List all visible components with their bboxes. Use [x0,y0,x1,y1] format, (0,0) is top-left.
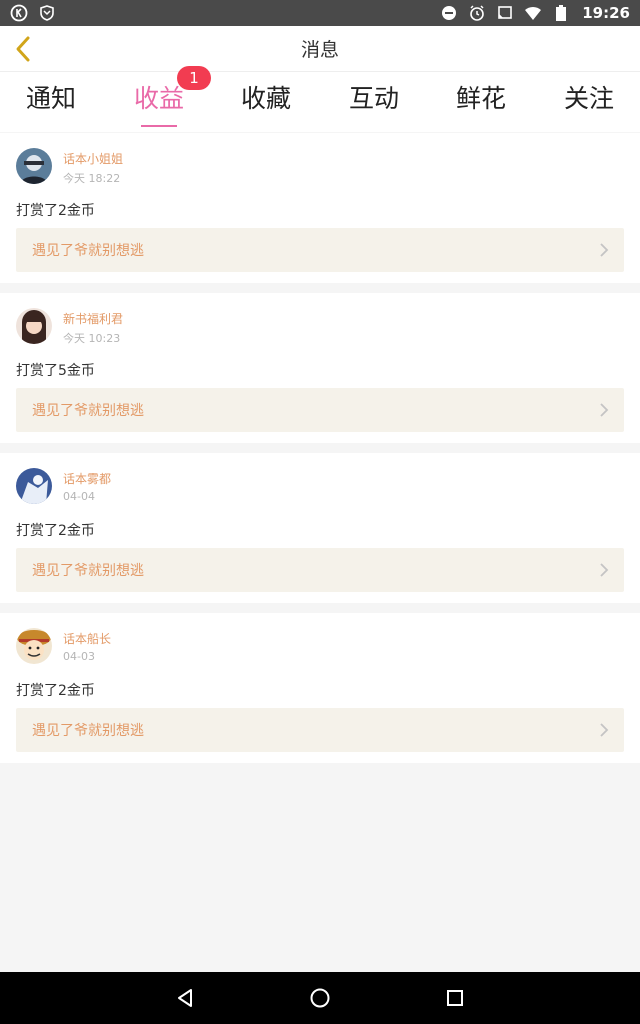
username[interactable]: 话本船长 [63,630,111,647]
chevron-right-icon [600,403,609,417]
alarm-icon [468,4,486,22]
message-time: 今天 10:23 [63,332,121,345]
cast-icon [496,4,514,22]
username[interactable]: 新书福利君 [63,310,123,327]
book-link[interactable]: 遇见了爷就别想逃 [16,548,624,592]
back-button[interactable] [8,34,38,64]
message-card: 话本雾都 04-04 打赏了2金币 遇见了爷就别想逃 [0,453,640,603]
unread-badge: 1 [177,66,211,90]
book-link[interactable]: 遇见了爷就别想逃 [16,388,624,432]
active-tab-indicator [141,125,177,127]
tab-label: 收藏 [240,84,291,113]
tab-interactions[interactable]: 互动 [339,80,409,128]
book-title: 遇见了爷就别想逃 [32,723,144,739]
tab-flowers[interactable]: 鲜花 [446,80,516,128]
message-card: 新书福利君 今天 10:23 打赏了5金币 遇见了爷就别想逃 [0,293,640,443]
message-action: 打赏了2金币 [16,523,95,539]
message-time: 04-03 [63,650,95,663]
chevron-right-icon [600,243,609,257]
nav-home-button[interactable] [300,978,340,1018]
nav-recents-button[interactable] [435,978,475,1018]
square-recents-icon [447,990,463,1006]
tab-label: 鲜花 [455,84,506,113]
chevron-right-icon [600,563,609,577]
wifi-icon [524,4,542,22]
message-time: 今天 18:22 [63,172,121,185]
avatar[interactable] [16,148,52,184]
tab-following[interactable]: 关注 [554,80,624,128]
chevron-right-icon [600,723,609,737]
triangle-back-icon [178,989,192,1007]
circle-home-icon [310,988,330,1008]
username[interactable]: 话本小姐姐 [63,150,123,167]
top-bar: 消息 [0,26,640,72]
tab-label: 关注 [563,84,614,113]
system-nav-bar [0,972,640,1024]
username[interactable]: 话本雾都 [63,470,111,487]
avatar[interactable] [16,468,52,504]
tab-label: 互动 [348,84,399,113]
message-action: 打赏了2金币 [16,203,95,219]
message-time: 04-04 [63,490,95,503]
nav-back-button[interactable] [165,978,205,1018]
status-bar: 19:26 [0,0,640,26]
book-title: 遇见了爷就别想逃 [32,403,144,419]
message-card: 话本船长 04-03 打赏了2金币 遇见了爷就别想逃 [0,613,640,763]
battery-icon [552,4,570,22]
message-card: 话本小姐姐 今天 18:22 打赏了2金币 遇见了爷就别想逃 [0,133,640,283]
do-not-disturb-icon [440,4,458,22]
page-title: 消息 [300,39,339,61]
tab-notifications[interactable]: 通知 [16,80,86,128]
k-icon [10,4,28,22]
message-action: 打赏了5金币 [16,363,95,379]
chevron-left-icon [16,36,30,62]
tab-bar: 通知 收益 收藏 互动 鲜花 关注 1 [0,66,640,132]
avatar[interactable] [16,628,52,664]
clock: 19:26 [582,4,630,22]
tab-label: 通知 [25,84,76,113]
book-link[interactable]: 遇见了爷就别想逃 [16,228,624,272]
book-title: 遇见了爷就别想逃 [32,563,144,579]
shield-icon [38,4,56,22]
book-title: 遇见了爷就别想逃 [32,243,144,259]
avatar[interactable] [16,308,52,344]
book-link[interactable]: 遇见了爷就别想逃 [16,708,624,752]
tab-favorites[interactable]: 收藏 [231,80,301,128]
message-action: 打赏了2金币 [16,683,95,699]
